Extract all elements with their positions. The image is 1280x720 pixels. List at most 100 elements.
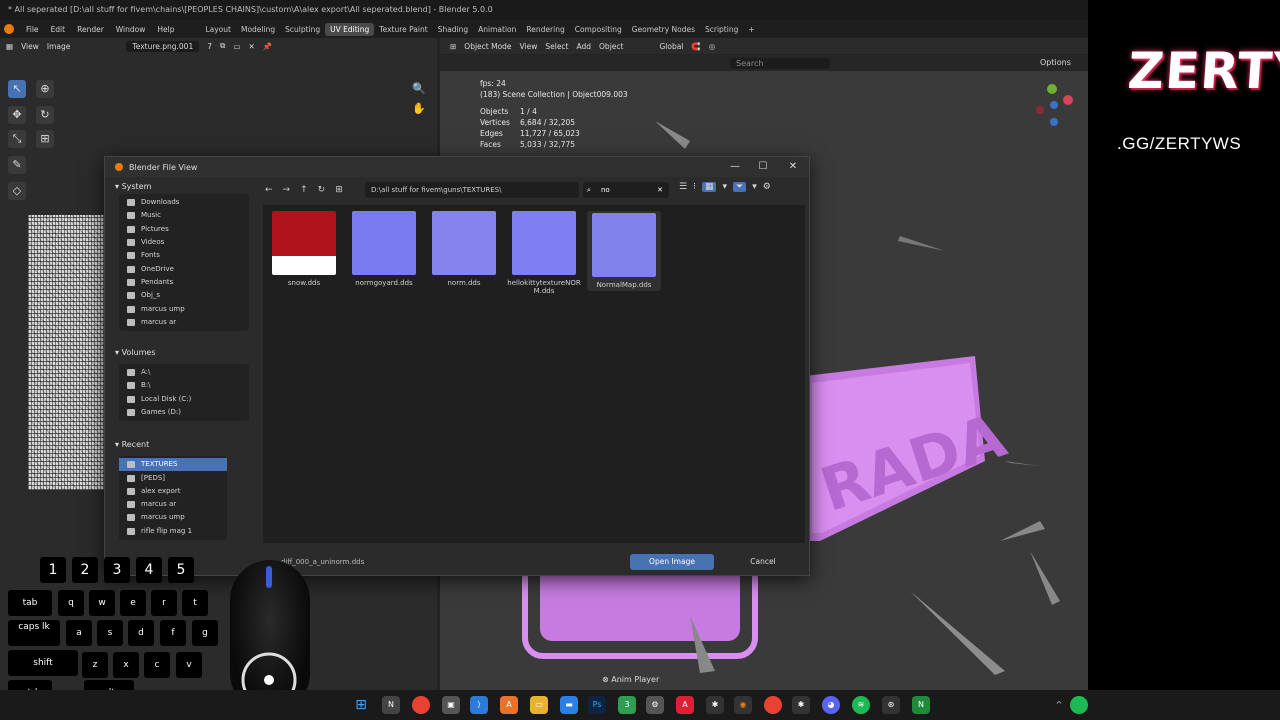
- app-icon[interactable]: ✱: [706, 696, 724, 714]
- image-editor-image-menu[interactable]: Image: [47, 42, 71, 51]
- blender-taskbar-icon[interactable]: ◉: [734, 696, 752, 714]
- viewport-menu-add[interactable]: Add: [577, 42, 592, 51]
- windows-start-icon[interactable]: ⊞: [352, 696, 370, 714]
- list-item[interactable]: Pictures: [119, 223, 249, 236]
- navigation-gizmo[interactable]: [1030, 80, 1080, 130]
- list-item[interactable]: Fonts: [119, 249, 249, 262]
- list-item[interactable]: TEXTURES: [119, 458, 227, 472]
- list-item[interactable]: OneDrive: [119, 262, 249, 275]
- open-image-icon[interactable]: ▭: [233, 42, 240, 51]
- blender-logo-icon[interactable]: [4, 24, 14, 34]
- file-item[interactable]: snow.dds: [267, 211, 341, 287]
- editor-type-icon[interactable]: ▦: [6, 42, 13, 51]
- cancel-button[interactable]: Cancel: [723, 554, 803, 570]
- close-icon[interactable]: ✕: [783, 160, 803, 174]
- tab-compositing[interactable]: Compositing: [570, 23, 627, 36]
- menu-window[interactable]: Window: [110, 25, 152, 34]
- back-arrow-icon[interactable]: ←: [265, 185, 273, 195]
- panel-volumes-header[interactable]: ▾ Volumes: [111, 345, 257, 360]
- list-item[interactable]: Videos: [119, 236, 249, 249]
- app-icon[interactable]: A: [676, 696, 694, 714]
- app-icon[interactable]: A: [500, 696, 518, 714]
- list-item[interactable]: alex export: [119, 485, 227, 498]
- filter-icon[interactable]: ⏷: [733, 182, 747, 192]
- photoshop-icon[interactable]: Ps: [588, 696, 606, 714]
- list-item[interactable]: rifle flip mag 1: [119, 525, 227, 538]
- tray-icon[interactable]: [1070, 696, 1088, 714]
- app-icon[interactable]: N: [912, 696, 930, 714]
- cursor-tool-icon[interactable]: ⊕: [36, 80, 54, 98]
- panel-recent-header[interactable]: ▾ Recent: [111, 437, 257, 452]
- rotate-tool-icon[interactable]: ↻: [36, 106, 54, 124]
- refresh-icon[interactable]: ↻: [318, 185, 326, 195]
- discord-icon[interactable]: ◕: [822, 696, 840, 714]
- viewport-menu-view[interactable]: View: [520, 42, 538, 51]
- chrome-icon[interactable]: [412, 696, 430, 714]
- horizontal-list-icon[interactable]: ⁝: [693, 182, 696, 192]
- vertical-list-icon[interactable]: ☰: [679, 182, 687, 192]
- list-item[interactable]: A:\: [119, 366, 249, 379]
- clear-search-icon[interactable]: ✕: [657, 182, 663, 198]
- list-item[interactable]: Downloads: [119, 196, 249, 209]
- list-item[interactable]: Obj_s: [119, 289, 249, 302]
- gear-icon[interactable]: ⚙: [763, 182, 771, 192]
- proportional-edit-icon[interactable]: ◎: [709, 42, 716, 51]
- viewport-menu-select[interactable]: Select: [545, 42, 568, 51]
- file-item[interactable]: hellokittytextureNORM.dds: [507, 211, 581, 295]
- parent-dir-icon[interactable]: ↑: [300, 185, 308, 195]
- list-item[interactable]: marcus ump: [119, 302, 249, 315]
- scale-tool-icon[interactable]: ⤡: [8, 130, 26, 148]
- orientation-dropdown[interactable]: Global: [659, 42, 683, 51]
- list-item[interactable]: Local Disk (C:): [119, 393, 249, 406]
- folder-icon[interactable]: ▭: [530, 696, 548, 714]
- menu-render[interactable]: Render: [71, 25, 110, 34]
- list-item[interactable]: Games (D:): [119, 406, 249, 419]
- tab-modeling[interactable]: Modeling: [236, 23, 280, 36]
- new-folder-icon[interactable]: ⊞: [335, 185, 343, 195]
- menu-edit[interactable]: Edit: [45, 25, 72, 34]
- menu-help[interactable]: Help: [151, 25, 180, 34]
- list-item[interactable]: B:\: [119, 379, 249, 392]
- app-icon[interactable]: 3: [618, 696, 636, 714]
- store-icon[interactable]: ▣: [442, 696, 460, 714]
- tab-scripting[interactable]: Scripting: [700, 23, 743, 36]
- anim-player-status[interactable]: ⊗ Anim Player: [602, 675, 659, 687]
- viewport-options-button[interactable]: Options: [1040, 58, 1071, 67]
- settings-icon[interactable]: ⚙: [646, 696, 664, 714]
- list-item[interactable]: Pendants: [119, 276, 249, 289]
- app-icon[interactable]: N: [382, 696, 400, 714]
- spotify-icon[interactable]: ≋: [852, 696, 870, 714]
- maximize-icon[interactable]: ☐: [753, 160, 773, 174]
- viewport-editor-type-icon[interactable]: ⊞: [450, 42, 456, 51]
- filename-field[interactable]: diff_000_a_uninorm.dds: [275, 556, 615, 569]
- tab-geometry-nodes[interactable]: Geometry Nodes: [627, 23, 700, 36]
- list-item[interactable]: marcus ar: [119, 498, 227, 511]
- filter-search-field[interactable]: ⌕ no ✕: [583, 182, 669, 198]
- chrome-icon[interactable]: [764, 696, 782, 714]
- menu-file[interactable]: File: [20, 25, 45, 34]
- rip-tool-icon[interactable]: ◇: [8, 182, 26, 200]
- display-dropdown-icon[interactable]: ▾: [722, 182, 727, 192]
- app-icon[interactable]: ▬: [560, 696, 578, 714]
- tab-layout[interactable]: Layout: [200, 23, 236, 36]
- add-workspace-icon[interactable]: +: [743, 23, 759, 36]
- object-mode-dropdown[interactable]: Object Mode: [464, 42, 511, 51]
- chevron-up-icon[interactable]: ^: [1050, 696, 1068, 714]
- transform-tool-icon[interactable]: ⊞: [36, 130, 54, 148]
- app-icon[interactable]: ⊛: [882, 696, 900, 714]
- tab-texture-paint[interactable]: Texture Paint: [374, 23, 432, 36]
- snap-icon[interactable]: 🧲: [691, 42, 700, 51]
- annotate-tool-icon[interactable]: ✎: [8, 156, 26, 174]
- unlink-image-icon[interactable]: ✕: [248, 42, 254, 51]
- select-tool-icon[interactable]: ↖: [8, 80, 26, 98]
- viewport-search[interactable]: Search: [730, 58, 830, 69]
- filter-dropdown-icon[interactable]: ▾: [752, 182, 757, 192]
- forward-arrow-icon[interactable]: →: [283, 185, 291, 195]
- tab-animation[interactable]: Animation: [473, 23, 521, 36]
- image-name-field[interactable]: Texture.png.001: [126, 40, 200, 52]
- minimize-icon[interactable]: —: [725, 160, 745, 174]
- app-icon[interactable]: ✱: [792, 696, 810, 714]
- thumbnails-icon[interactable]: ▦: [701, 182, 717, 192]
- file-item[interactable]: norm.dds: [427, 211, 501, 287]
- list-item[interactable]: marcus ar: [119, 316, 249, 329]
